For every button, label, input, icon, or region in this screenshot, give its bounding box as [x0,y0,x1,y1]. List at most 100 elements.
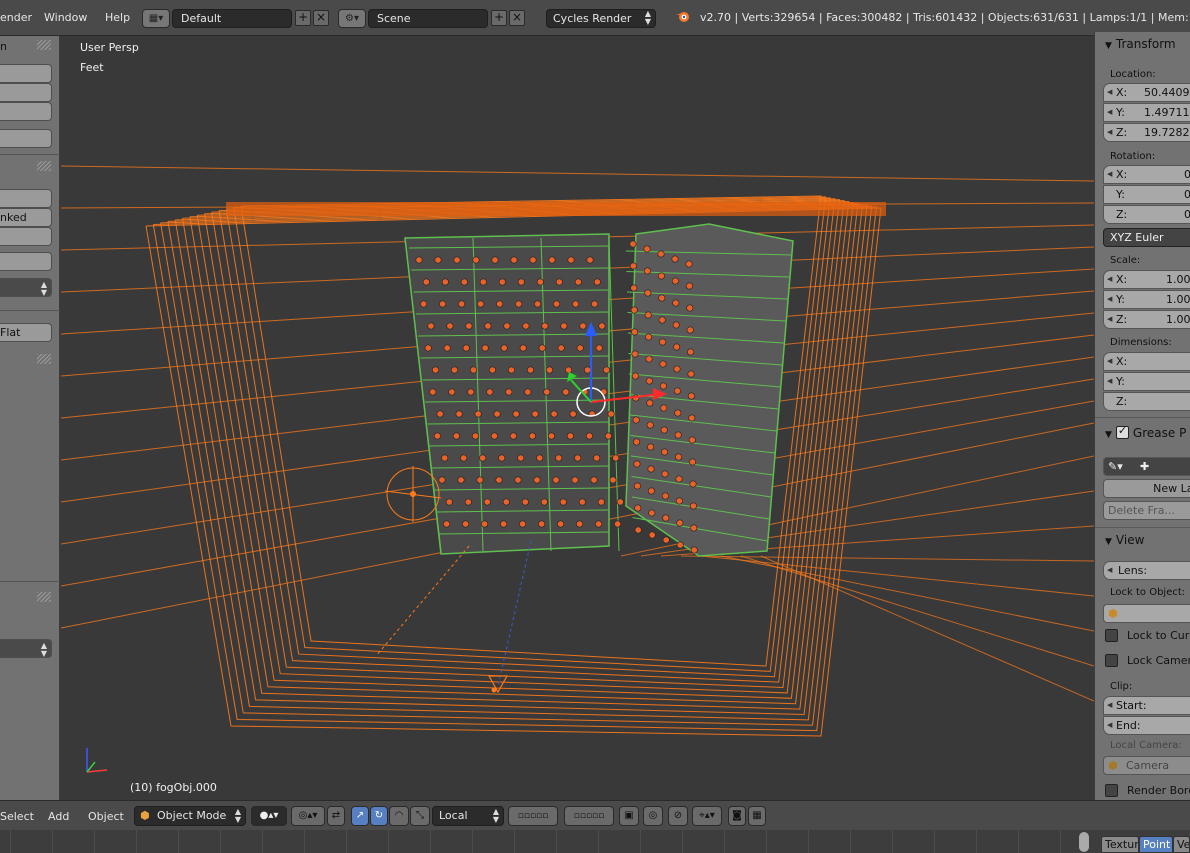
vertex-dot [462,344,470,352]
dimensions-y-field[interactable]: ◀Y:2 [1103,372,1190,391]
mode-label: Object Mode [157,809,227,822]
vertex-dot [443,520,451,528]
menu-help[interactable]: Help [105,11,130,24]
snap-element-select[interactable]: ⌖▴▾ [692,806,722,826]
scale-y-field[interactable]: ◀ Y: 1.00 [1103,290,1190,309]
rotation-mode-select[interactable]: XYZ Euler [1103,228,1190,247]
lock-camera-checkbox[interactable] [1105,654,1118,667]
menu-window[interactable]: Window [44,11,87,24]
scale-z-field[interactable]: ◀ Z: 1.00 [1103,310,1190,329]
grease-pencil-panel-header[interactable]: ▼ Grease P [1105,424,1186,440]
tool-button[interactable] [0,227,52,246]
viewport-shading-select[interactable]: ●▴▾ [251,806,287,826]
timeline-strip[interactable] [0,830,1190,853]
screen-layout-icon[interactable]: ▦▾ [142,9,170,28]
panel-grip-icon[interactable] [37,592,51,602]
local-camera-value: Camera [1126,759,1170,772]
vertex-dot [673,365,681,373]
scene-field[interactable]: Scene [368,9,488,28]
viewport-scene[interactable] [61,36,1094,800]
vertex-dot [574,278,582,286]
rotation-x-field[interactable]: ◀X:0 [1103,165,1190,184]
new-layer-label: New Lay [1153,482,1190,495]
interaction-mode-select[interactable]: ⬢ Object Mode ▲ ▼ [134,806,246,826]
tool-button[interactable] [0,64,52,83]
lens-field[interactable]: ◀ Lens: [1103,561,1190,580]
menu-object[interactable]: Object [88,810,124,823]
shading-flat-button[interactable]: Flat [0,323,52,342]
proportional-edit-icon[interactable]: ◎ [643,806,663,826]
vertex-dot [631,350,639,358]
new-layer-button[interactable]: New Lay [1103,479,1190,498]
snap-toggle-icon[interactable]: ⊘ [668,806,688,826]
panel-grip-icon[interactable] [37,354,51,364]
screen-layout-field[interactable]: Default [172,9,292,28]
tool-button[interactable] [0,129,52,148]
manipulator-toggle[interactable]: ⇄ [327,806,345,826]
lock-cursor-checkbox[interactable] [1105,629,1118,642]
lock-object-field[interactable]: ⬢ [1103,604,1190,623]
location-y-field[interactable]: ◀ Y: 1.49711 [1103,103,1190,122]
scale-manipulator-icon[interactable]: ⤡ [410,806,430,826]
view-panel-header[interactable]: ▼ View [1105,533,1144,547]
clip-end-field[interactable]: ◀End:3 [1103,716,1190,735]
render-engine-select[interactable]: Cycles Render ▲ ▼ [546,9,656,28]
layers-grid-2[interactable]: ▫▫▫▫▫ [564,806,614,826]
rotate-manipulator-icon[interactable]: ↻ [370,806,388,826]
dimensions-z-field[interactable]: Z: [1103,392,1190,411]
clip-start-field[interactable]: ◀ Start: [1103,696,1190,715]
vertex-dot [420,300,428,308]
vertex-dot [448,388,456,396]
scale-x-field[interactable]: ◀ X: 1.00 [1103,270,1190,289]
tab-vertex[interactable]: Ve [1173,836,1190,853]
axis-x-label: X: [1116,86,1128,99]
rotation-y-field[interactable]: Y: 0 [1103,185,1190,204]
tool-button[interactable] [0,83,52,102]
location-z-field[interactable]: ◀Z:19.72828 [1103,123,1190,142]
vertex-dot [672,321,680,329]
render-animation-icon[interactable]: ▦ [748,806,766,826]
transform-panel-header[interactable]: ▼ Transform [1105,37,1176,51]
grease-pencil-select[interactable]: ✎▾ ✚ [1103,457,1190,476]
tool-button[interactable] [0,189,52,208]
add-layout-button[interactable]: + [295,10,311,26]
panel-grip-icon[interactable] [37,161,51,171]
add-scene-button[interactable]: + [491,10,507,26]
dimensions-x-field[interactable]: ◀X:2 [1103,352,1190,371]
layers-grid-1[interactable]: ▫▫▫▫▫ [508,806,558,826]
render-border-checkbox[interactable] [1105,784,1118,797]
layer-lock-icon[interactable]: ▣ [619,806,639,826]
remove-scene-button[interactable]: × [509,10,525,26]
operator-dropdown[interactable]: ▲ ▼ [0,639,52,658]
menu-render[interactable]: ender [0,11,32,24]
rotation-z-field[interactable]: Z: 0 [1103,205,1190,224]
delete-frame-button[interactable]: Delete Fra... [1103,501,1190,520]
tool-button[interactable] [0,252,52,271]
vertex-dot [431,366,439,374]
arc-manipulator-icon[interactable]: ◠ [389,806,409,826]
vertex-dot [564,366,572,374]
tab-point[interactable]: Point [1139,836,1173,853]
grease-pencil-toggle[interactable] [1115,424,1129,439]
panel-grip-icon[interactable] [37,40,51,50]
transform-orientation-select[interactable]: Local ▲ ▼ [432,806,504,826]
scene-icon[interactable]: ⚙▾ [338,9,366,28]
location-x-field[interactable]: ◀ X: 50.4409 [1103,83,1190,102]
collapse-triangle-icon: ▼ [1105,41,1112,51]
menu-add[interactable]: Add [48,810,69,823]
local-camera-label: Local Camera: [1110,740,1182,751]
render-still-icon[interactable]: ◙ [728,806,746,826]
vertex-dot [550,410,558,418]
remove-layout-button[interactable]: × [313,10,329,26]
tab-texture[interactable]: Textur [1101,836,1139,853]
make-links-button[interactable]: nked [0,208,52,227]
3d-viewport[interactable]: User Persp Feet (10) fogObj.000 [61,36,1094,800]
scrollbar-thumb[interactable] [1079,832,1089,852]
menu-select[interactable]: Select [0,810,34,823]
axis-y-label: Y: [1116,375,1125,388]
tool-dropdown[interactable]: ▲ ▼ [0,278,52,297]
local-camera-field[interactable]: ⬢ Camera [1103,756,1190,775]
tool-button[interactable] [0,102,52,121]
pivot-point-select[interactable]: ◎▴▾ [291,806,325,826]
translate-manipulator-icon[interactable]: ↗ [351,806,369,826]
